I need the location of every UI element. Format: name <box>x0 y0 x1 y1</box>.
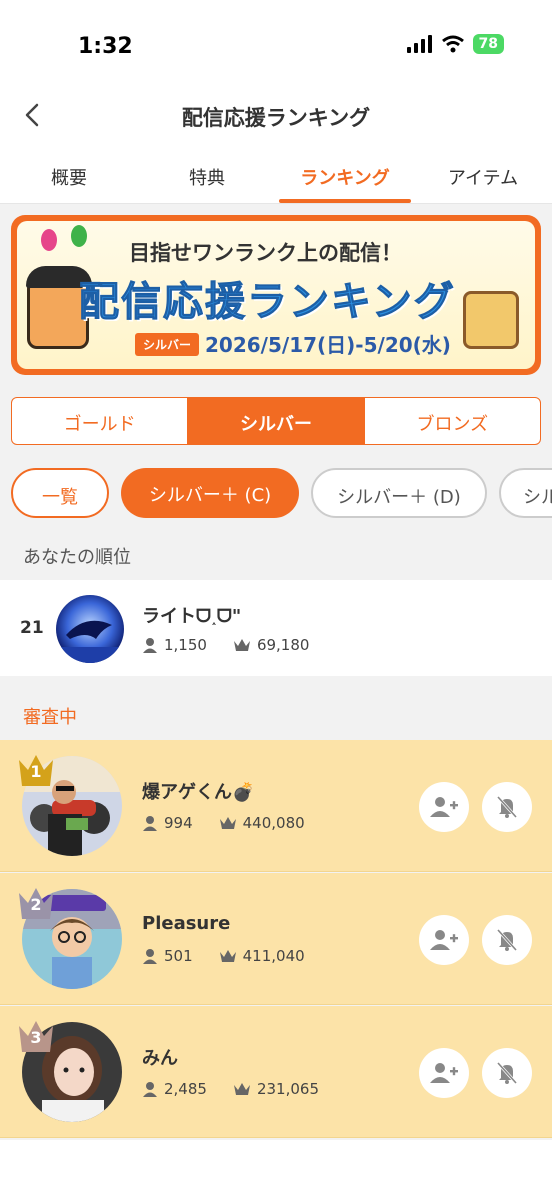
tier-segmented-control: ゴールド シルバー ブロンズ <box>11 397 541 445</box>
banner-artwork: 目指せワンランク上の配信！ 配信応援ランキング シルバー 2026/5/17(日… <box>17 221 535 369</box>
my-name: ライトᗜ˰ᗜ" <box>142 606 242 627</box>
add-friend-icon <box>430 797 458 817</box>
my-stats: 1,150 69,180 <box>142 636 309 654</box>
user-stats: 994 440,080 <box>142 814 305 832</box>
page-title: 配信応援ランキング <box>181 106 371 130</box>
user-stats: 2,485 231,065 <box>142 1080 319 1098</box>
rank-number: 2 <box>30 895 42 914</box>
bottom-area <box>0 1140 552 1200</box>
crown-icon <box>233 639 250 651</box>
crown-icon <box>219 950 236 962</box>
dolphin-avatar-image <box>56 595 124 663</box>
tab-benefits[interactable]: 特典 <box>138 144 276 203</box>
your-rank-heading: あなたの順位 <box>23 547 131 568</box>
add-friend-button[interactable] <box>419 1048 469 1098</box>
filter-chips: 一覧 シルバー＋ (C) シルバー＋ (D) シル <box>11 468 552 518</box>
rank-number: 1 <box>30 762 42 781</box>
crown-icon <box>219 817 236 829</box>
banner-dates: 2026/5/17(日)-5/20(水) <box>205 333 451 357</box>
balloon-icon <box>41 229 57 251</box>
mascot-right-image <box>463 291 519 349</box>
points: 411,040 <box>242 947 305 965</box>
banner-title: 配信応援ランキング <box>79 279 456 326</box>
person-icon <box>143 816 157 831</box>
rank-number: 3 <box>30 1028 42 1047</box>
status-bar: 1:32 78 <box>0 0 552 90</box>
add-friend-button[interactable] <box>419 782 469 832</box>
under-review-heading: 審査中 <box>23 707 77 728</box>
segment-gold[interactable]: ゴールド <box>12 398 189 444</box>
tab-items[interactable]: アイテム <box>414 144 552 203</box>
chip-silver-more[interactable]: シル <box>499 468 552 518</box>
chip-silver-plus-d[interactable]: シルバー＋ (D) <box>311 468 487 518</box>
fans-count: 2,485 <box>164 1080 207 1098</box>
banner-tier-badge: シルバー <box>135 333 200 356</box>
person-icon <box>143 638 157 653</box>
ranking-row[interactable]: 1 爆アゲくん💣 994 440,080 <box>0 740 552 872</box>
tab-ranking[interactable]: ランキング <box>276 144 414 203</box>
my-points: 69,180 <box>256 636 310 654</box>
bell-off-icon <box>496 928 518 952</box>
points: 440,080 <box>242 814 305 832</box>
my-rank-number: 21 <box>20 618 44 638</box>
chip-all[interactable]: 一覧 <box>11 468 109 518</box>
user-name: 爆アゲくん💣 <box>142 782 255 803</box>
fans-count: 501 <box>164 947 193 965</box>
person-icon <box>143 1082 157 1097</box>
avatar <box>56 595 124 663</box>
user-name: Pleasure <box>142 913 231 934</box>
signal-icon <box>406 35 432 53</box>
add-friend-button[interactable] <box>419 915 469 965</box>
user-name: みん <box>142 1048 178 1069</box>
nav-bar: 配信応援ランキング <box>0 90 552 144</box>
my-fans-count: 1,150 <box>164 636 207 654</box>
segment-silver[interactable]: シルバー <box>188 398 364 444</box>
wifi-icon <box>441 35 464 53</box>
fans-count: 994 <box>164 814 193 832</box>
ranking-row[interactable]: 2 Pleasure 501 411,040 <box>0 873 552 1005</box>
mute-notification-button[interactable] <box>482 1048 532 1098</box>
tab-overview[interactable]: 概要 <box>0 144 138 203</box>
event-banner[interactable]: 目指せワンランク上の配信！ 配信応援ランキング シルバー 2026/5/17(日… <box>11 215 541 375</box>
status-time: 1:32 <box>78 34 133 59</box>
chip-silver-plus-c[interactable]: シルバー＋ (C) <box>121 468 299 518</box>
mute-notification-button[interactable] <box>482 782 532 832</box>
segment-bronze[interactable]: ブロンズ <box>363 398 540 444</box>
tab-bar: 概要 特典 ランキング アイテム <box>0 144 552 204</box>
bell-off-icon <box>496 795 518 819</box>
crown-icon <box>233 1083 250 1095</box>
banner-subtitle: 目指せワンランク上の配信！ <box>129 241 402 265</box>
battery-indicator: 78 <box>472 34 504 54</box>
bell-off-icon <box>496 1061 518 1085</box>
add-friend-icon <box>430 1063 458 1083</box>
add-friend-icon <box>430 930 458 950</box>
status-icons: 78 <box>406 34 504 54</box>
my-rank-row[interactable]: 21 ライトᗜ˰ᗜ" 1,150 69,180 <box>0 580 552 676</box>
ranking-row[interactable]: 3 みん 2,485 231,065 <box>0 1006 552 1138</box>
user-stats: 501 411,040 <box>142 947 305 965</box>
person-icon <box>143 949 157 964</box>
points: 231,065 <box>256 1080 319 1098</box>
balloon-icon <box>71 225 87 247</box>
mute-notification-button[interactable] <box>482 915 532 965</box>
